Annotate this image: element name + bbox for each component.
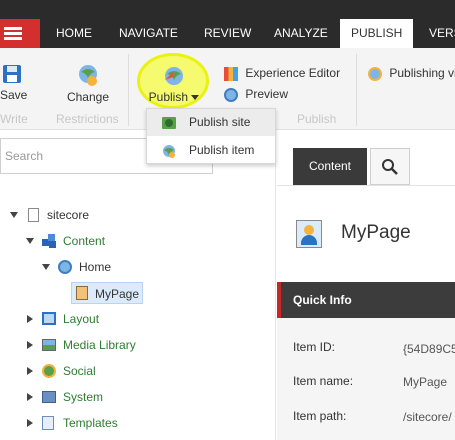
publish-item-label: Publish item [189, 143, 255, 157]
tree-item-label: Media Library [63, 338, 136, 352]
expand-toggle-icon[interactable] [27, 341, 33, 349]
expand-toggle-icon[interactable] [10, 212, 18, 218]
top-navigation: HOME NAVIGATE REVIEW ANALYZE PUBLISH VER… [0, 0, 455, 48]
search-button[interactable] [370, 148, 410, 185]
experience-editor-icon [224, 66, 238, 81]
content-icon [42, 234, 56, 248]
publish-label: Publish [148, 90, 188, 104]
tree-item-mypage[interactable]: MyPage [71, 282, 143, 304]
layout-icon [42, 312, 56, 325]
tab-publish[interactable]: PUBLISH [340, 19, 413, 48]
tree-item-templates[interactable]: Templates [24, 412, 224, 434]
tree-item-label: Content [63, 234, 106, 248]
tree-item-sitecore[interactable]: sitecore [8, 204, 208, 226]
publishing-viewer-button[interactable]: Publishing vi [368, 66, 455, 81]
save-button[interactable]: Save [0, 64, 28, 102]
tree-item-content[interactable]: Content [24, 230, 224, 252]
change-button[interactable]: Change [60, 64, 116, 104]
tree-item-label: Social [63, 364, 96, 378]
expand-toggle-icon[interactable] [27, 315, 33, 323]
item-name-label: Item name: [293, 374, 354, 388]
experience-editor-button[interactable]: Experience Editor [224, 66, 340, 81]
expand-toggle-icon[interactable] [27, 419, 33, 427]
home-icon [58, 260, 72, 274]
tree-item-label: MyPage [95, 287, 140, 301]
tab-underline [277, 185, 455, 186]
social-icon [42, 364, 56, 378]
group-write-label: Write [0, 112, 28, 126]
menu-item-publish-item[interactable]: Publish item [147, 137, 275, 164]
tab-review[interactable]: REVIEW [193, 19, 262, 48]
preview-label: Preview [245, 87, 289, 101]
change-label: Change [66, 90, 110, 104]
save-icon [3, 65, 21, 83]
page-icon [76, 286, 88, 300]
media-icon [42, 339, 56, 351]
expand-toggle-icon[interactable] [27, 393, 33, 401]
item-id-label: Item ID: [293, 340, 336, 354]
templates-icon [42, 416, 54, 430]
tree-item-label: Templates [63, 416, 118, 430]
tab-versions[interactable]: VERS [418, 19, 455, 48]
tree-item-system[interactable]: System [24, 386, 224, 408]
menu-icon[interactable] [0, 19, 40, 48]
group-restrictions-label: Restrictions [56, 112, 119, 126]
publishing-viewer-label: Publishing vi [389, 66, 455, 80]
change-icon [79, 65, 97, 86]
expand-toggle-icon[interactable] [27, 367, 33, 375]
search-icon [382, 159, 398, 175]
publish-button[interactable]: Publish [145, 64, 203, 104]
menu-item-publish-site[interactable]: Publish site [147, 109, 275, 136]
tab-home[interactable]: HOME [45, 19, 103, 48]
save-label: Save [0, 88, 28, 102]
publish-icon [165, 67, 183, 85]
item-path-value: /sitecore/ [403, 410, 452, 424]
ribbon-divider [128, 54, 129, 126]
tab-analyze[interactable]: ANALYZE [263, 19, 339, 48]
tree-item-label: sitecore [47, 208, 90, 222]
document-icon [28, 208, 39, 222]
item-path-label: Item path: [293, 409, 347, 423]
publish-dropdown-menu: Publish site Publish item [146, 108, 276, 164]
tree-item-home[interactable]: Home [40, 256, 240, 278]
quick-info-header[interactable]: Quick Info [277, 282, 455, 318]
tab-content[interactable]: Content [293, 148, 367, 185]
tab-navigate[interactable]: NAVIGATE [108, 19, 189, 48]
tree-item-media-library[interactable]: Media Library [24, 334, 224, 356]
system-icon [42, 391, 56, 403]
ribbon-divider [356, 54, 357, 126]
tree-item-social[interactable]: Social [24, 360, 224, 382]
expand-toggle-icon[interactable] [26, 238, 34, 244]
chevron-down-icon [191, 95, 200, 101]
preview-button[interactable]: Preview [224, 87, 288, 102]
group-publish-label: Publish [297, 112, 337, 126]
item-name-value: MyPage [403, 375, 448, 389]
item-title: MyPage [341, 222, 411, 243]
tree-item-label: Home [79, 260, 112, 274]
tree-item-layout[interactable]: Layout [24, 308, 224, 330]
expand-toggle-icon[interactable] [42, 264, 50, 270]
publish-site-label: Publish site [189, 115, 251, 129]
experience-editor-label: Experience Editor [245, 66, 341, 80]
item-avatar [296, 220, 322, 248]
preview-icon [224, 87, 238, 102]
tree-item-label: System [63, 390, 104, 404]
item-id-value: {54D89C5 [403, 342, 455, 356]
publish-item-icon [163, 145, 175, 158]
globe-icon [368, 66, 382, 81]
publish-site-icon [162, 117, 176, 129]
tree-item-label: Layout [63, 312, 100, 326]
